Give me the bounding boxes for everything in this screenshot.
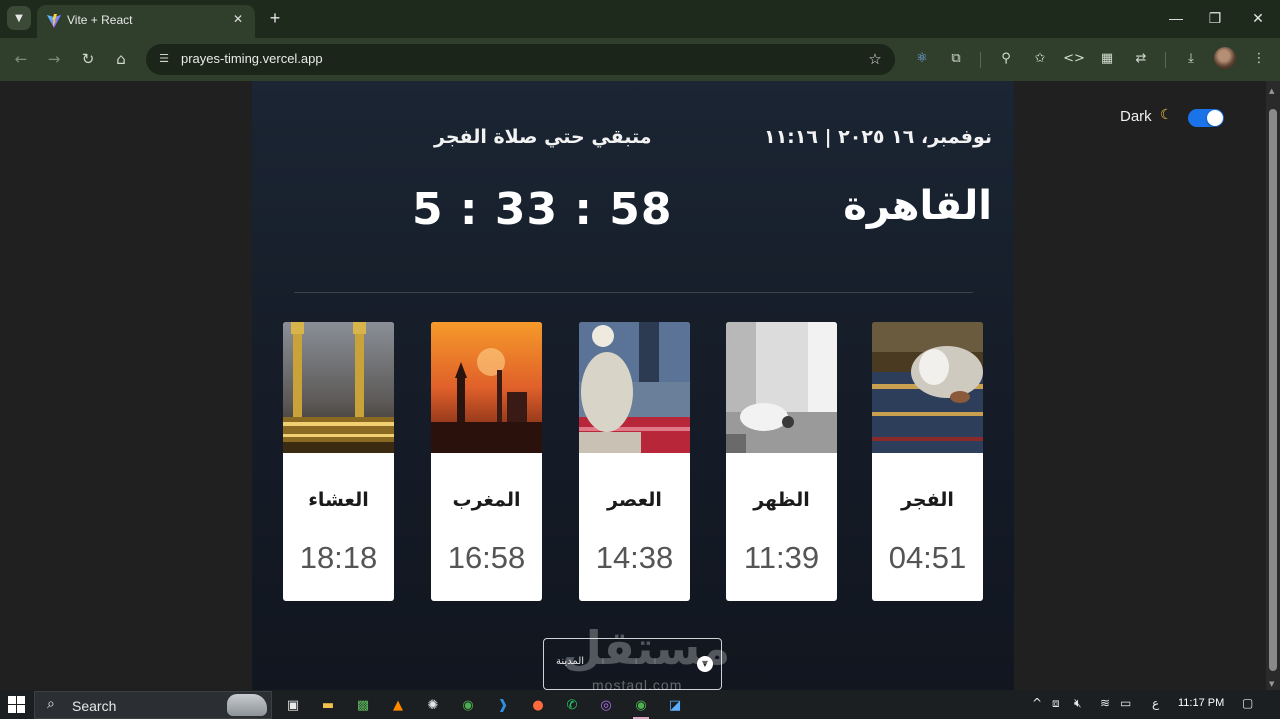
address-bar[interactable]: ☰ prayes-timing.vercel.app ☆ (146, 44, 895, 75)
vlc-icon[interactable]: ▲ (386, 693, 410, 717)
screen-icon[interactable]: ⧈ (1052, 696, 1060, 714)
search-placeholder: Search (72, 698, 117, 714)
city-select-label: المدينة (556, 656, 585, 667)
new-tab-button[interactable]: + (264, 7, 286, 29)
chevron-down-icon[interactable]: ▼ (697, 656, 713, 672)
countdown-timer: 5 : 33 : 58 (412, 184, 673, 235)
chrome-icon[interactable]: ◉ (456, 693, 480, 717)
bookmark-star-icon[interactable]: ☆ (865, 49, 885, 69)
taskbar-clock[interactable]: 11:17 PM (1178, 697, 1224, 709)
kaaba-night-photo (283, 322, 394, 453)
search-icon: ⌕ (47, 696, 55, 712)
notifications-icon[interactable]: ▢ (1242, 696, 1253, 714)
restore-button[interactable]: ❐ (1202, 6, 1228, 30)
prayer-name: الفجر (901, 489, 954, 511)
prayer-card-isha: العشاء 18:18 (283, 322, 394, 601)
minimize-button[interactable]: — (1163, 6, 1189, 30)
vscode-icon[interactable]: ❱ (491, 693, 515, 717)
close-tab-icon[interactable]: ✕ (229, 10, 247, 28)
next-prayer-label: متبقي حتي صلاة الفجر (434, 126, 652, 148)
translate-icon[interactable]: ⇄ (1130, 48, 1152, 70)
task-view-icon[interactable]: ▣ (281, 693, 305, 717)
prayer-panel: نوفمبر، ١٦ ٢٠٢٥ | ١١:١٦ متبقي حتي صلاة ا… (252, 81, 1014, 690)
prayer-time: 04:51 (888, 540, 967, 575)
prayer-card-maghrib: المغرب 16:58 (431, 322, 542, 601)
man-sitting-in-mosque-photo (579, 322, 690, 453)
date-time-text: نوفمبر، ١٦ ٢٠٢٥ | ١١:١٦ (763, 126, 992, 148)
theme-toggle-label: Dark (1120, 108, 1152, 125)
chatgpt-icon[interactable]: ✺ (421, 693, 445, 717)
url-text[interactable]: prayes-timing.vercel.app (181, 51, 323, 66)
sidebar-layout-icon[interactable]: ▦ (1096, 48, 1118, 70)
volume-muted-icon[interactable]: 🔇︎ (1074, 696, 1082, 714)
windows-taskbar: ⌕ Search ▣ ▬ ▩ ▲ ✺ ◉ ❱ ● ✆ ◎ ◉ ◪ ^ ⧈ 🔇︎ … (0, 690, 1280, 719)
man-praying-on-carpet-photo (872, 322, 983, 453)
browser-tab-strip: ▼ Vite + React ✕ + — ❐ ✕ (0, 0, 1280, 38)
toolbar-separator (980, 52, 981, 68)
battery-icon[interactable]: ▭ (1120, 696, 1131, 714)
download-icon[interactable]: ⤓ (1180, 48, 1202, 70)
prayer-name: الظهر (753, 489, 810, 511)
prayer-card-asr: العصر 14:38 (579, 322, 690, 601)
prayer-time: 11:39 (743, 540, 820, 575)
dark-mode-switch[interactable] (1188, 109, 1224, 127)
man-prostrating-photo (726, 322, 837, 453)
home-button[interactable]: ⌂ (110, 48, 132, 70)
search-highlight-art (227, 694, 267, 716)
prayer-name: العشاء (308, 489, 369, 511)
toolbar-separator (1165, 52, 1166, 68)
city-name: القاهرة (843, 183, 992, 229)
prayer-time: 14:38 (595, 540, 674, 575)
whatsapp-icon[interactable]: ✆ (560, 693, 584, 717)
browser-tab[interactable]: Vite + React ✕ (37, 5, 255, 38)
switch-knob (1207, 110, 1223, 126)
wifi-icon[interactable]: ≋ (1100, 696, 1110, 714)
favorites-icon[interactable]: ✩ (1029, 48, 1051, 70)
city-select[interactable]: المدينة ▼ (543, 638, 722, 690)
prayer-name: العصر (607, 489, 662, 511)
browser-toolbar: ← → ↻ ⌂ ☰ prayes-timing.vercel.app ☆ ⚛ ⧉… (0, 38, 1280, 81)
vite-logo-icon (47, 14, 61, 28)
close-window-button[interactable]: ✕ (1245, 6, 1271, 30)
profile-avatar[interactable] (1214, 47, 1236, 69)
prayer-card-fajr: الفجر 04:51 (872, 322, 983, 601)
forward-button[interactable]: → (43, 48, 65, 70)
scroll-up-icon[interactable]: ▲ (1269, 87, 1274, 95)
tab-search-button[interactable]: ▼ (7, 6, 31, 30)
minaret-sunset-photo (431, 322, 542, 453)
extensions-icon[interactable]: ⧉ (945, 48, 967, 70)
prayer-time: 18:18 (299, 540, 378, 575)
app-orange-icon[interactable]: ● (526, 693, 550, 717)
incognito-icon[interactable]: ⚲ (995, 48, 1017, 70)
app-purple-icon[interactable]: ◎ (594, 693, 618, 717)
app-blue-icon[interactable]: ◪ (663, 693, 687, 717)
react-devtools-icon[interactable]: ⚛ (911, 48, 933, 70)
divider (294, 292, 973, 293)
prayer-time: 16:58 (447, 540, 526, 575)
page-viewport: Dark ☾ نوفمبر، ١٦ ٢٠٢٥ | ١١:١٦ متبقي حتي… (0, 81, 1266, 690)
scroll-down-icon[interactable]: ▼ (1269, 680, 1274, 688)
devtools-code-icon[interactable]: <> (1063, 48, 1085, 70)
reload-button[interactable]: ↻ (77, 48, 99, 70)
site-info-icon[interactable]: ☰ (154, 49, 174, 69)
chrome-active-icon[interactable]: ◉ (629, 693, 653, 719)
chevron-up-icon[interactable]: ^ (1032, 696, 1042, 714)
page-scrollbar[interactable]: ▲ ▼ (1266, 81, 1280, 690)
menu-kebab-icon[interactable]: ⋮ (1248, 48, 1270, 70)
back-button[interactable]: ← (10, 48, 32, 70)
file-explorer-icon[interactable]: ▬ (316, 693, 340, 717)
prayer-card-dhuhr: الظهر 11:39 (726, 322, 837, 601)
moon-icon: ☾ (1160, 107, 1173, 123)
taskbar-search-box[interactable]: ⌕ Search (34, 691, 272, 719)
tab-title: Vite + React (67, 13, 133, 27)
prayer-name: المغرب (452, 489, 521, 511)
input-language-indicator[interactable]: ع (1152, 696, 1159, 714)
windows-start-icon[interactable] (8, 696, 25, 713)
scroll-thumb[interactable] (1269, 109, 1277, 671)
excel-app-icon[interactable]: ▩ (351, 693, 375, 717)
